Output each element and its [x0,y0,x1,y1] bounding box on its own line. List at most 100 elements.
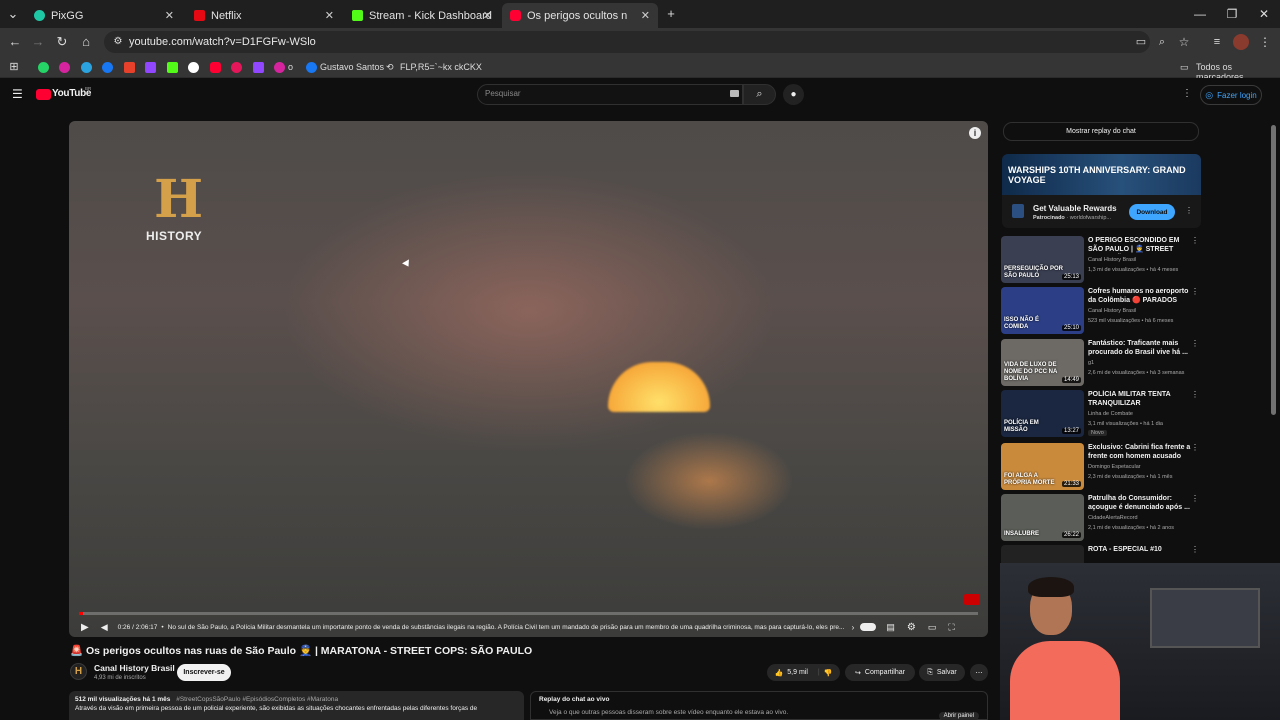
url-text[interactable]: youtube.com/watch?v=D1FGFw-WSlo [129,36,316,48]
telegram-icon[interactable] [81,62,92,73]
tab-pixgg[interactable]: PixGG ✕ [26,3,182,28]
recommendation-channel[interactable]: Domingo Espetacular [1088,464,1141,470]
tab-kick[interactable]: Stream - Kick Dashboard ✕ [344,3,500,28]
forward-icon[interactable]: → [29,33,47,51]
close-icon[interactable]: ✕ [165,9,174,22]
more-vertical-icon[interactable]: ⋮ [1191,443,1199,452]
fullscreen-icon[interactable]: ⛶ [948,622,954,633]
open-panel-button[interactable]: Abrir painel [938,712,979,720]
ad-card[interactable]: WARSHIPS 10TH ANNIVERSARY: GRAND VOYAGE … [1002,154,1201,228]
bookmark-gustavo[interactable]: Gustavo Santos [320,62,384,72]
menu-icon[interactable]: ⋮ [1256,33,1274,51]
like-count[interactable]: 5,9 mil [787,669,808,676]
recommendation-item[interactable]: POLÍCIA EM MISSÃO 13:27 POLÍCIA MILITAR T… [1001,390,1201,438]
subscribe-button[interactable]: Inscrever-se [177,664,231,681]
recommendation-title[interactable]: POLÍCIA MILITAR TENTA TRANQUILIZAR COMUN… [1088,390,1191,408]
video-thumbnail[interactable]: PERSEGUIÇÃO POR SÃO PAULO 25:13 [1001,236,1084,283]
bookmark-pink-icon[interactable] [231,62,242,73]
chevron-right-icon[interactable]: › [852,623,855,632]
video-thumbnail[interactable]: VIDA DE LUXO DE NOME DO PCC NA BOLÍVIA 14… [1001,339,1084,386]
login-button[interactable]: ◎ Fazer login [1200,85,1262,105]
more-vertical-icon[interactable]: ⋮ [1191,287,1199,296]
minimize-icon[interactable]: — [1184,0,1216,28]
recommendation-item[interactable]: INSALUBRE 26:22 Patrulha do Consumidor: a… [1001,494,1201,542]
volume-icon[interactable]: ◀ [101,622,108,633]
recommendation-title[interactable]: Exclusivo: Cabrini fica frente a frente … [1088,443,1191,461]
ad-title[interactable]: Get Valuable Rewards [1033,204,1117,213]
site-info-icon[interactable]: ⚙ [109,33,127,51]
theater-mode-icon[interactable]: ▭ [928,622,937,633]
recommendation-title[interactable]: O PERIGO ESCONDIDO EM SÃO PAULO | 👮 STRE… [1088,236,1191,254]
more-vertical-icon[interactable]: ⋮ [1191,236,1199,245]
channel-avatar[interactable]: H [70,663,87,680]
home-icon[interactable]: ⌂ [77,33,95,51]
show-chat-replay-button[interactable]: Mostrar replay do chat [1003,122,1199,141]
description-box[interactable]: 512 mil visualizações há 1 mês #StreetCo… [69,691,524,720]
autoplay-toggle[interactable] [860,623,877,631]
subtitles-icon[interactable]: ▤ [886,622,895,633]
apps-grid-icon[interactable]: ⊞ [5,58,23,76]
recommendation-item[interactable]: PERSEGUIÇÃO POR SÃO PAULO 25:13 O PERIGO … [1001,236,1201,284]
google-icon[interactable] [188,62,199,73]
close-icon[interactable]: ✕ [641,9,650,22]
thumbs-up-icon[interactable]: 👍 [775,669,784,677]
channel-name[interactable]: Canal History Brasil [94,663,175,673]
reading-list-icon[interactable]: ≡ [1208,33,1226,51]
search-input[interactable]: Pesquisar [477,84,743,105]
recommendation-item[interactable]: VIDA DE LUXO DE NOME DO PCC NA BOLÍVIA 14… [1001,339,1201,387]
save-button[interactable]: ⎘ Salvar [919,664,965,681]
keyboard-icon[interactable] [730,90,739,97]
thumbs-down-icon[interactable]: 👎 [824,669,833,677]
new-tab-icon[interactable]: + [662,5,680,23]
more-vertical-icon[interactable]: ⋮ [1191,494,1199,503]
share-button[interactable]: ↪ Compartilhar [845,664,915,681]
video-player[interactable]: H HISTORY i ▶ ◀ 0:26 / 2:06:17 • No sul … [69,121,988,637]
restore-icon[interactable]: ❐ [1216,0,1248,28]
settings-gear-icon[interactable]: ⚙ [907,622,916,633]
chapter-title[interactable]: No sul de São Paulo, a Polícia Militar d… [168,624,848,631]
reload-icon[interactable]: ↻ [53,33,71,51]
info-icon[interactable]: i [969,127,981,139]
more-vertical-icon[interactable]: ⋮ [1191,545,1199,554]
bookmark-red-icon[interactable] [124,62,135,73]
search-button[interactable]: ⌕ [743,84,776,105]
bookmark-o-label[interactable]: o [288,62,293,72]
recommendation-title[interactable]: Cofres humanos no aeroporto da Colômbia … [1088,287,1191,305]
scrollbar-thumb[interactable] [1271,125,1276,415]
zoom-icon[interactable]: ⌕ [1153,33,1171,51]
kick-bookmark-icon[interactable] [167,62,178,73]
video-thumbnail[interactable]: FOI ALGA A PRÓPRIA MORTE 21:33 [1001,443,1084,490]
cast-icon[interactable]: ▭ [1132,33,1150,51]
recommendation-title[interactable]: Patrulha do Consumidor: açougue é denunc… [1088,494,1191,512]
recommendation-channel[interactable]: Linha de Combate [1088,411,1133,417]
recommendation-item[interactable]: FOI ALGA A PRÓPRIA MORTE 21:33 Exclusivo:… [1001,443,1201,491]
more-actions-button[interactable]: ⋯ [970,664,988,681]
facebook-icon[interactable] [102,62,113,73]
progress-bar[interactable] [79,612,978,615]
bookmark-flp[interactable]: FLP,R5=`~kx ckCKX [400,62,482,72]
instagram-icon[interactable] [59,62,70,73]
close-window-icon[interactable]: ✕ [1248,0,1280,28]
recommendation-channel[interactable]: g1 [1088,360,1094,366]
twitch-icon[interactable] [253,62,264,73]
more-vertical-icon[interactable]: ⋮ [1191,390,1199,399]
settings-more-icon[interactable]: ⋮ [1182,88,1192,99]
video-thumbnail[interactable]: ISSO NÃO É COMIDA 25:10 [1001,287,1084,334]
hashtags[interactable]: #StreetCopsSãoPaulo #EpisódiosCompletos … [176,696,338,703]
video-thumbnail[interactable]: POLÍCIA EM MISSÃO 13:27 [1001,390,1084,437]
recommendation-channel[interactable]: CidadeAlertaRecord [1088,515,1138,521]
youtube-bookmark-icon[interactable] [210,62,221,73]
close-icon[interactable]: ✕ [325,9,334,22]
voice-search-button[interactable]: ● [783,84,804,105]
more-vertical-icon[interactable]: ⋮ [1191,339,1199,348]
recommendation-title[interactable]: Fantástico: Traficante mais procurado do… [1088,339,1191,357]
instagram-2-icon[interactable] [274,62,285,73]
ad-banner[interactable]: WARSHIPS 10TH ANNIVERSARY: GRAND VOYAGE [1002,154,1201,195]
ad-download-button[interactable]: Download [1129,204,1175,220]
hamburger-menu-icon[interactable]: ☰ [12,87,23,101]
star-icon[interactable]: ☆ [1175,33,1193,51]
play-icon[interactable]: ▶ [81,622,89,633]
recommendation-channel[interactable]: Canal History Brasil [1088,257,1136,263]
recommendation-title[interactable]: ROTA - ESPECIAL #10 [1088,545,1191,554]
bookmark-purple-icon[interactable] [145,62,156,73]
